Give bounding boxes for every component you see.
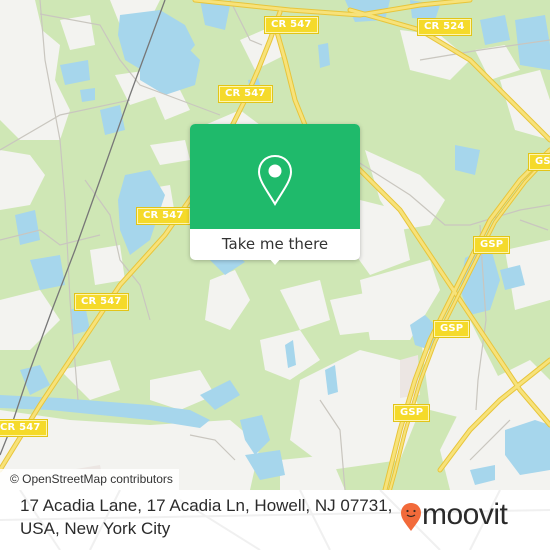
road-label-gsp: GSP (394, 405, 430, 421)
road-label-gsp: GSP (434, 321, 470, 337)
take-me-there-button[interactable]: Take me there (190, 229, 360, 260)
road-label-cr524: CR 524 (418, 19, 471, 35)
popup-pointer (268, 257, 282, 265)
address-text: 17 Acadia Lane, 17 Acadia Ln, Howell, NJ… (20, 496, 393, 538)
moovit-wordmark: moovit (422, 498, 508, 531)
road-label-cr547: CR 547 (0, 420, 47, 436)
popup-header (190, 124, 360, 229)
moovit-smiley-pin-icon (401, 503, 421, 531)
map-view[interactable]: CR 547 CR 524 CR 547 CR 547 CR 547 CR 54… (0, 0, 550, 490)
footer: 17 Acadia Lane, 17 Acadia Ln, Howell, NJ… (0, 490, 550, 550)
map-attribution[interactable]: © OpenStreetMap contributors (0, 469, 179, 490)
road-label-gsp: GSP (474, 237, 510, 253)
road-label-gsp: GSP (529, 154, 550, 170)
road-label-cr547: CR 547 (265, 17, 318, 33)
road-label-cr547: CR 547 (219, 86, 272, 102)
map-pin-icon (257, 154, 293, 206)
location-popup: Take me there (190, 124, 360, 265)
road-label-cr547: CR 547 (137, 208, 190, 224)
road-label-cr547: CR 547 (75, 294, 128, 310)
